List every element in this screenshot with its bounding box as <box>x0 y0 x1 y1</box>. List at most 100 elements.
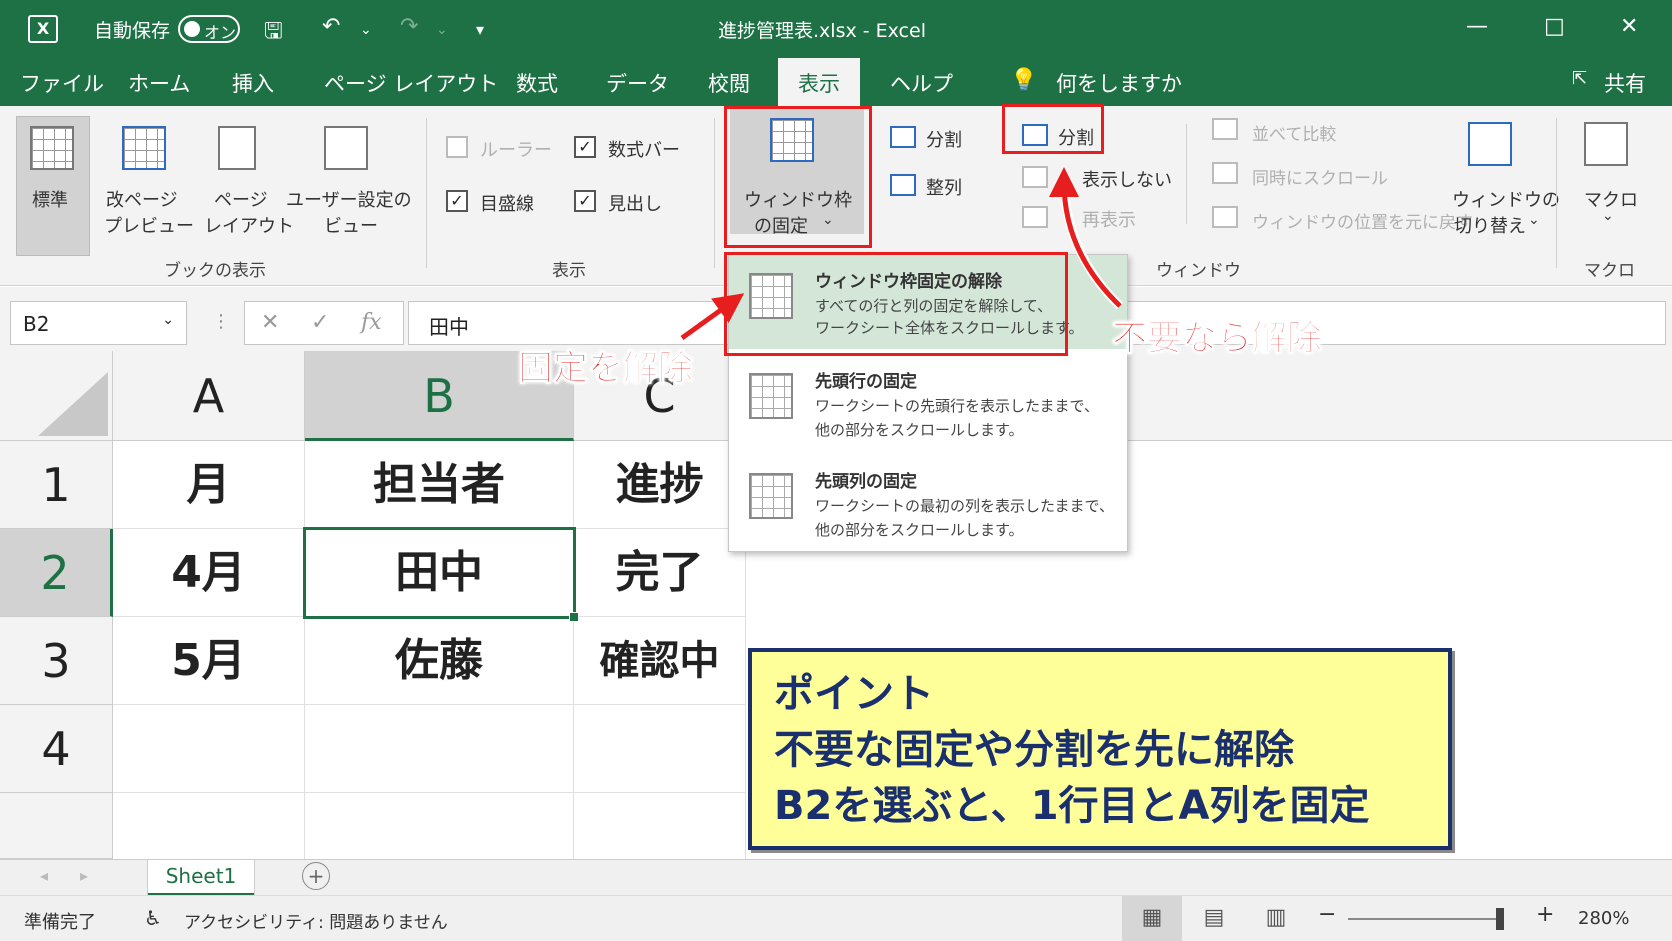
zoom-out-icon[interactable]: − <box>1318 902 1336 927</box>
cell-c4[interactable] <box>574 705 746 793</box>
switch-windows-label-1[interactable]: ウィンドウの <box>1452 186 1560 212</box>
row-header-2[interactable]: 2 <box>0 529 113 617</box>
formula-controls: ✕ ✓ fx <box>244 301 404 345</box>
select-all-button[interactable] <box>0 351 113 441</box>
cell-c3[interactable]: 確認中 <box>574 617 746 705</box>
undo-dropdown-icon[interactable]: ⌄ <box>360 22 372 38</box>
hide-label[interactable]: 表示しない <box>1082 166 1172 192</box>
cell-c5[interactable] <box>574 793 746 859</box>
zoom-in-icon[interactable]: + <box>1536 902 1554 927</box>
new-window-label[interactable]: 分割 <box>926 126 962 152</box>
split-highlight <box>1002 104 1104 154</box>
macros-group-label: マクロ <box>1584 261 1635 281</box>
enter-icon[interactable]: ✓ <box>311 310 329 335</box>
tab-insert[interactable]: 挿入 <box>232 68 274 98</box>
cell-a1[interactable]: 月 <box>113 441 305 529</box>
sheet-tab-sheet1[interactable]: Sheet1 <box>148 860 254 896</box>
tab-review[interactable]: 校閲 <box>708 68 750 98</box>
headings-checkbox[interactable]: ✓ <box>574 190 596 212</box>
zoom-level[interactable]: 280% <box>1578 908 1629 929</box>
accessibility-status[interactable]: アクセシビリティ: 問題ありません <box>184 908 448 933</box>
accessibility-icon[interactable]: ♿ <box>144 906 162 930</box>
cell-b4[interactable] <box>305 705 574 793</box>
save-icon[interactable]: 🖫 <box>264 14 283 52</box>
freeze-first-column-item[interactable]: 先頭列の固定 ワークシートの最初の列を表示したままで、 他の部分をスクロールしま… <box>729 455 1127 549</box>
autosave-state: オン <box>204 23 237 42</box>
page-break-preview-icon[interactable] <box>122 126 166 170</box>
switch-windows-icon[interactable] <box>1468 122 1512 166</box>
hide-icon[interactable] <box>1022 166 1048 188</box>
page-layout-status-icon[interactable]: ▤ <box>1184 896 1244 941</box>
normal-view-status-icon[interactable]: ▦ <box>1122 896 1182 941</box>
tab-home[interactable]: ホーム <box>128 68 190 98</box>
page-layout-label-2[interactable]: レイアウト <box>204 212 294 238</box>
cancel-icon[interactable]: ✕ <box>261 310 279 335</box>
freeze-top-row-item[interactable]: 先頭行の固定 ワークシートの先頭行を表示したままで、 他の部分をスクロールします… <box>729 355 1127 449</box>
ribbon-tabs: ファイル ホーム 挿入 ページ レイアウト 数式 データ 校閲 表示 ヘルプ 💡… <box>0 58 1672 106</box>
undo-icon[interactable]: ↶ <box>322 14 340 39</box>
tab-help[interactable]: ヘルプ <box>890 68 953 98</box>
arrange-icon[interactable] <box>890 174 916 196</box>
reset-position-icon <box>1212 206 1238 228</box>
tab-file[interactable]: ファイル <box>20 68 104 98</box>
switch-windows-label-2[interactable]: 切り替え <box>1454 212 1526 238</box>
point-callout: ポイント 不要な固定や分割を先に解除 B2を選ぶと、1行目とA列を固定 <box>748 648 1452 850</box>
insert-function-icon[interactable]: fx <box>361 310 382 335</box>
scroll-right-icon[interactable]: ▸ <box>80 866 88 885</box>
group-divider <box>426 118 427 268</box>
cell-b5[interactable] <box>305 793 574 859</box>
tell-me-search[interactable]: 何をしますか <box>1056 68 1182 98</box>
scroll-left-icon[interactable]: ◂ <box>40 866 48 885</box>
page-break-label-1[interactable]: 改ページ <box>106 186 178 212</box>
side-by-side-icon <box>1212 118 1238 140</box>
autosave-toggle[interactable]: オン <box>178 15 240 43</box>
page-break-label-2[interactable]: プレビュー <box>104 212 194 238</box>
fill-handle[interactable] <box>569 612 579 622</box>
name-box[interactable]: B2 ⌄ <box>10 301 187 345</box>
tab-data[interactable]: データ <box>606 68 669 98</box>
custom-views-label-1[interactable]: ユーザー設定の <box>286 186 412 212</box>
macros-icon[interactable] <box>1584 122 1628 166</box>
cell-a5[interactable] <box>113 793 305 859</box>
cell-a4[interactable] <box>113 705 305 793</box>
unhide-icon <box>1022 206 1048 228</box>
zoom-slider-track[interactable] <box>1348 918 1498 920</box>
page-break-status-icon[interactable]: ▥ <box>1246 896 1306 941</box>
maximize-icon[interactable]: □ <box>1544 14 1565 39</box>
headings-label[interactable]: 見出し <box>608 190 662 216</box>
cell-a2[interactable]: 4月 <box>113 529 305 617</box>
cell-c2[interactable]: 完了 <box>574 529 746 617</box>
page-layout-icon[interactable] <box>218 126 256 170</box>
row-header-4[interactable]: 4 <box>0 705 113 793</box>
lightbulb-icon: 💡 <box>1010 68 1038 93</box>
new-window-icon[interactable] <box>890 126 916 148</box>
cell-b3[interactable]: 佐藤 <box>305 617 574 705</box>
formula-bar-label[interactable]: 数式バー <box>608 136 680 162</box>
gridlines-checkbox[interactable]: ✓ <box>446 190 468 212</box>
share-button[interactable]: 共有 <box>1604 68 1646 98</box>
tab-page-layout[interactable]: ページ レイアウト <box>324 68 498 98</box>
gridlines-label[interactable]: 目盛線 <box>480 190 534 216</box>
formula-bar-checkbox[interactable]: ✓ <box>574 136 596 158</box>
tab-formulas[interactable]: 数式 <box>516 68 558 98</box>
row-header-5 <box>0 793 113 859</box>
cell-a3[interactable]: 5月 <box>113 617 305 705</box>
tab-view[interactable]: 表示 <box>778 58 860 106</box>
freeze-top-row-title: 先頭行の固定 <box>815 372 917 392</box>
share-icon[interactable]: ⇱ <box>1572 68 1587 89</box>
page-layout-label-1[interactable]: ページ <box>214 186 268 212</box>
column-header-a[interactable]: A <box>113 351 305 441</box>
minimize-icon[interactable]: — <box>1466 14 1488 39</box>
cell-b1[interactable]: 担当者 <box>305 441 574 529</box>
arrange-label[interactable]: 整列 <box>926 174 962 200</box>
close-icon[interactable]: ✕ <box>1620 14 1638 39</box>
cell-c1[interactable]: 進捗 <box>574 441 746 529</box>
custom-views-label-2[interactable]: ビュー <box>324 212 378 238</box>
customize-qat-icon[interactable]: ▾ <box>476 20 484 39</box>
row-header-3[interactable]: 3 <box>0 617 113 705</box>
custom-views-icon[interactable] <box>324 126 368 170</box>
row-header-1[interactable]: 1 <box>0 441 113 529</box>
zoom-slider-thumb[interactable] <box>1496 908 1504 930</box>
add-sheet-icon[interactable]: + <box>302 862 330 890</box>
reset-position-label: ウィンドウの位置を元に戻す <box>1252 213 1473 233</box>
